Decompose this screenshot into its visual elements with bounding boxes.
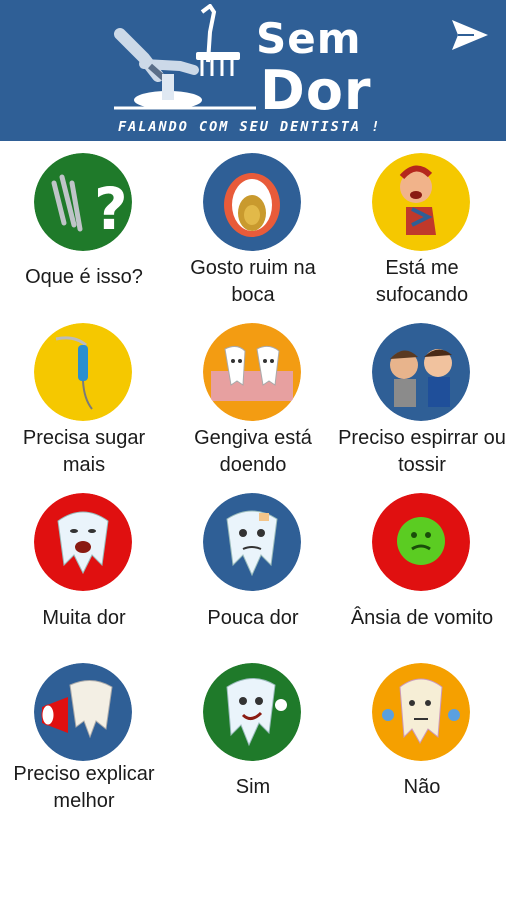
option-label: Gosto ruim na boca bbox=[190, 257, 316, 306]
option-label: Oque é isso? bbox=[25, 266, 143, 288]
option-card[interactable]: Está me sufocando bbox=[338, 141, 506, 311]
suction-tool-icon bbox=[34, 323, 132, 421]
option-card[interactable]: ? Oque é isso? bbox=[0, 141, 168, 311]
nauseous-face-icon bbox=[372, 493, 470, 591]
option-card[interactable]: Preciso espirrar ou tossir bbox=[338, 311, 506, 481]
sneezing-people-icon bbox=[372, 323, 470, 421]
option-card[interactable]: Gengiva está doendo bbox=[169, 311, 337, 481]
option-label: Ânsia de vomito bbox=[350, 607, 494, 629]
option-card[interactable]: Gosto ruim na boca bbox=[169, 141, 337, 311]
teeth-gum-icon bbox=[203, 323, 301, 421]
option-label: Muita dor bbox=[42, 607, 126, 629]
send-button[interactable] bbox=[448, 16, 492, 54]
option-card[interactable]: Pouca dor bbox=[169, 481, 337, 651]
option-card[interactable]: Preciso explicar melhor bbox=[0, 651, 168, 821]
dental-tools-question-icon: ? bbox=[34, 153, 132, 251]
option-card[interactable]: Não bbox=[338, 651, 506, 821]
thumbs-up-tooth-icon bbox=[203, 663, 301, 761]
brand-title-line1: Sem bbox=[256, 14, 362, 63]
megaphone-tooth-icon bbox=[34, 663, 132, 761]
option-card[interactable]: Ânsia de vomito bbox=[338, 481, 506, 651]
option-label: Está me sufocando bbox=[375, 257, 469, 306]
brand-tagline: FALANDO COM SEU DENTISTA ! bbox=[118, 119, 382, 135]
option-card[interactable]: Muita dor bbox=[0, 481, 168, 651]
option-label: Preciso espirrar ou tossir bbox=[338, 427, 506, 476]
app-header: Sem Dor FALANDO COM SEU DENTISTA ! bbox=[0, 0, 506, 141]
app-logo: Sem Dor FALANDO COM SEU DENTISTA ! bbox=[110, 4, 400, 138]
option-label: Pouca dor bbox=[207, 607, 299, 629]
option-card[interactable]: Sim bbox=[169, 651, 337, 821]
shrug-tooth-icon bbox=[372, 663, 470, 761]
dental-chair-icon bbox=[114, 4, 256, 110]
worried-tooth-icon bbox=[203, 493, 301, 591]
option-label: Precisa sugar mais bbox=[22, 427, 146, 476]
option-label: Não bbox=[403, 776, 441, 798]
crying-tooth-icon bbox=[34, 493, 132, 591]
send-arrow-icon bbox=[452, 20, 488, 50]
option-card[interactable]: Precisa sugar mais bbox=[0, 311, 168, 481]
choking-person-icon bbox=[372, 153, 470, 251]
option-label: Preciso explicar melhor bbox=[13, 763, 155, 812]
mouth-tongue-icon bbox=[203, 153, 301, 251]
option-label: Gengiva está doendo bbox=[194, 427, 312, 476]
brand-title-line2: Dor bbox=[260, 59, 372, 122]
svg-text:?: ? bbox=[94, 175, 128, 243]
option-label: Sim bbox=[235, 776, 271, 798]
